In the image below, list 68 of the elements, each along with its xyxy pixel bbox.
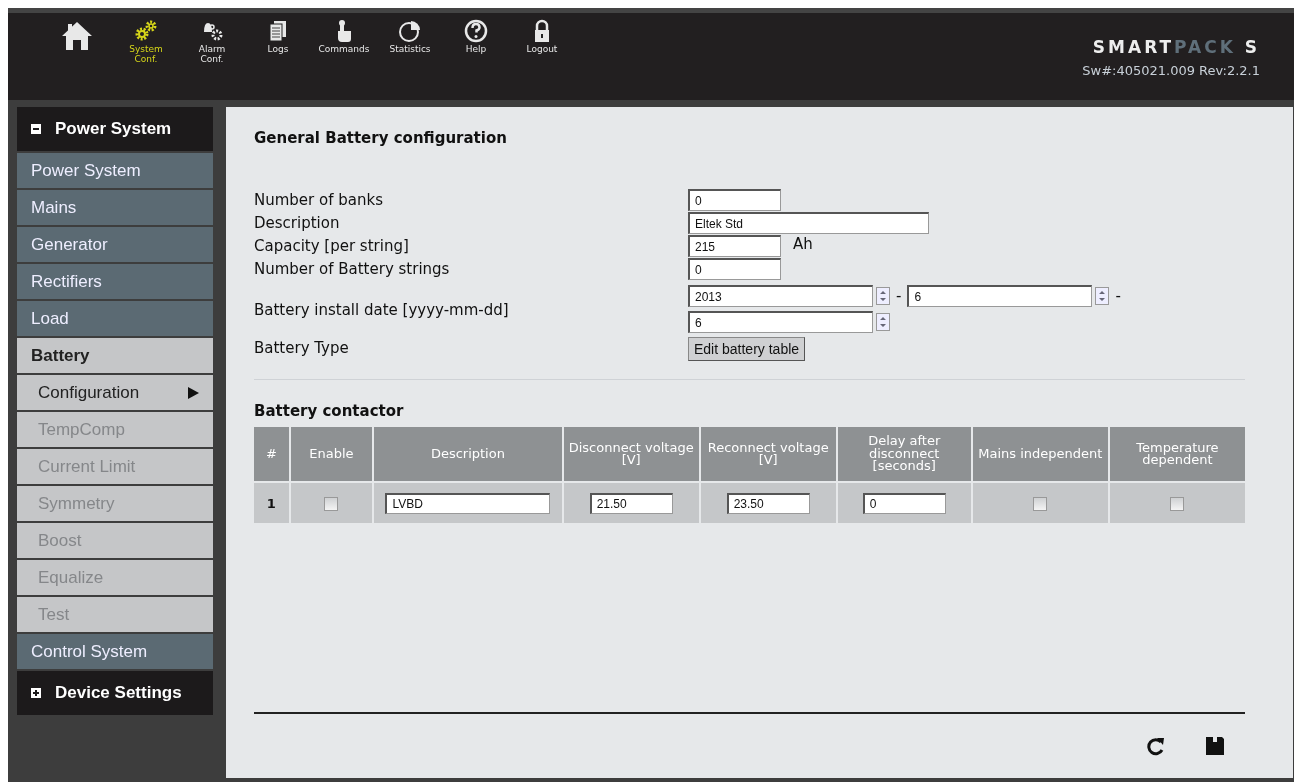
column-header: Delay after disconnect [seconds] [837, 427, 971, 481]
sidebar-group[interactable]: Power System [17, 107, 213, 151]
spinner-icon[interactable] [876, 313, 890, 331]
sidebar-item[interactable]: Power System [17, 153, 213, 188]
date-separator: - [1115, 287, 1121, 305]
documents-icon [269, 19, 287, 43]
text-field[interactable]: Eltek Std [688, 212, 929, 234]
text-field[interactable]: 0 [688, 189, 781, 211]
nav-button[interactable]: Commands [313, 19, 375, 55]
help-icon [464, 19, 488, 43]
column-header: Description [374, 427, 562, 481]
text-field[interactable]: 215 [688, 235, 781, 257]
enable-checkbox[interactable] [324, 496, 339, 511]
sidebar-group[interactable]: Device Settings [17, 671, 213, 715]
disconnect-voltage-field[interactable]: 21.50 [589, 492, 673, 514]
spinner-icon[interactable] [1095, 287, 1110, 305]
sidebar-item[interactable]: Configuration [17, 375, 213, 410]
save-icon[interactable] [1205, 736, 1225, 756]
column-header: Enable [290, 427, 373, 481]
text-field[interactable]: 0 [688, 258, 781, 280]
sidebar-item[interactable]: Control System [17, 634, 213, 669]
logo: SMART PACK S [1091, 37, 1260, 57]
pointing-hand-icon [335, 19, 353, 43]
nav-button[interactable]: Help [445, 19, 507, 55]
nav-button[interactable]: Statistics [379, 19, 441, 55]
column-header: Temperature dependent [1109, 427, 1245, 481]
right-arrow-icon [188, 386, 199, 399]
pie-chart-icon [398, 19, 422, 43]
temperature-dependent-checkbox[interactable] [1170, 496, 1185, 511]
sidebar-item[interactable]: Mains [17, 190, 213, 225]
nav-button[interactable]: Logout [511, 19, 573, 55]
row-number: 1 [254, 483, 289, 523]
mains-independent-checkbox[interactable] [1033, 496, 1048, 511]
nav-button[interactable]: System Conf. [115, 19, 177, 65]
reconnect-voltage-field[interactable]: 23.50 [726, 492, 810, 514]
field-label: Battery Type [254, 338, 350, 357]
sidebar-item[interactable]: Rectifiers [17, 264, 213, 299]
version-text: Sw#:405021.009 Rev:2.2.1 [1082, 63, 1260, 78]
sidebar-item[interactable]: Battery [17, 338, 213, 373]
column-header: Reconnect voltage [V] [700, 427, 836, 481]
refresh-icon[interactable] [1147, 736, 1165, 756]
section-title: General Battery configuration [254, 129, 508, 147]
date-field[interactable]: 6 [907, 285, 1093, 307]
field-label: Battery install date [yyyy-mm-dd] [254, 300, 510, 319]
collapse-icon [31, 124, 41, 134]
nav-button[interactable]: Logs [247, 19, 309, 55]
date-field[interactable]: 6 [688, 311, 873, 333]
sidebar-item[interactable]: Generator [17, 227, 213, 262]
date-field[interactable]: 2013 [688, 285, 873, 307]
delay-field[interactable]: 0 [862, 492, 946, 514]
field-label: Number of Battery strings [254, 259, 451, 278]
unit-label: Ah [793, 235, 813, 253]
column-header: Mains independent [972, 427, 1108, 481]
gears-icon [134, 19, 158, 43]
expand-icon [31, 688, 41, 698]
padlock-icon [533, 19, 551, 43]
spinner-icon[interactable] [876, 287, 890, 305]
edit-table-button[interactable]: Edit battery table [688, 337, 806, 361]
section-title: Battery contactor [254, 402, 405, 420]
column-header: # [254, 427, 289, 481]
field-label: Number of banks [254, 190, 384, 209]
nav-button[interactable]: Alarm Conf. [181, 19, 243, 65]
field-label: Description [254, 213, 341, 232]
column-header: Disconnect voltage [V] [563, 427, 699, 481]
date-separator: - [896, 287, 902, 305]
sidebar-item[interactable]: Load [17, 301, 213, 336]
description-field[interactable]: LVBD [385, 492, 551, 514]
field-label: Capacity [per string] [254, 236, 410, 255]
